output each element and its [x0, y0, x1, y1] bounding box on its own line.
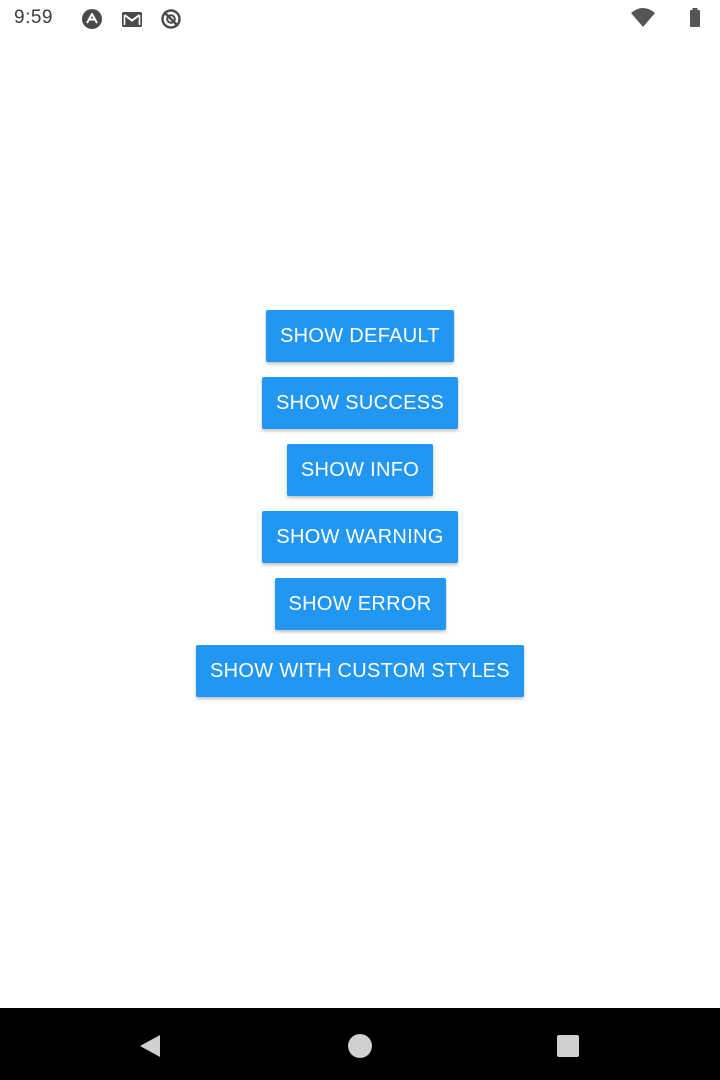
button-stack: SHOW DEFAULT SHOW SUCCESS SHOW INFO SHOW WA…	[0, 310, 720, 712]
navigation-bar	[0, 1008, 720, 1080]
show-info-button[interactable]: SHOW INFO	[286, 444, 434, 496]
show-error-button[interactable]: SHOW ERROR	[274, 578, 446, 630]
show-with-custom-styles-button[interactable]: SHOW WITH CUSTOM STYLES	[196, 645, 524, 697]
sync-off-icon	[159, 8, 183, 30]
gmail-icon	[120, 8, 144, 30]
recents-icon[interactable]	[554, 1032, 582, 1060]
home-icon[interactable]	[346, 1032, 374, 1060]
show-warning-button[interactable]: SHOW WARNING	[262, 511, 458, 563]
wifi-icon	[630, 7, 655, 29]
show-success-button[interactable]: SHOW SUCCESS	[261, 377, 459, 429]
status-time: 9:59	[14, 7, 53, 28]
android-logo-icon	[80, 8, 104, 30]
status-bar: 9:59	[0, 0, 720, 36]
battery-icon	[688, 7, 702, 29]
main-content: SHOW DEFAULT SHOW SUCCESS SHOW INFO SHOW WA…	[0, 36, 720, 1008]
back-icon[interactable]	[136, 1032, 164, 1060]
show-default-button[interactable]: SHOW DEFAULT	[266, 310, 454, 362]
